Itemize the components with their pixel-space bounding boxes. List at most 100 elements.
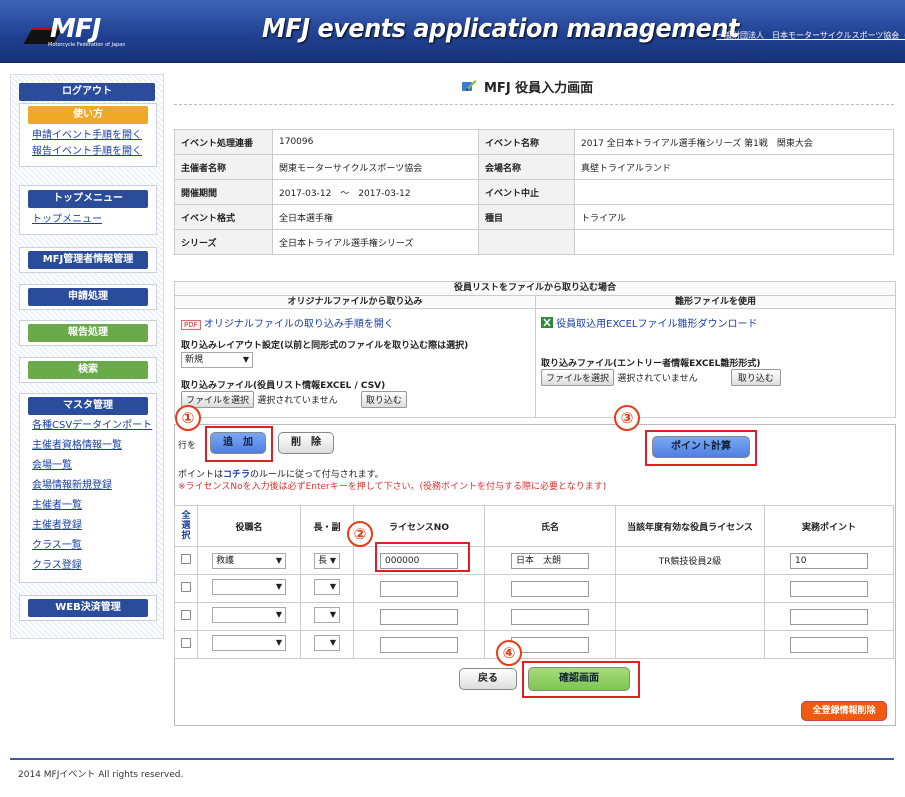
points-input[interactable]: [790, 580, 868, 597]
sidebar-link-csv-import[interactable]: 各種CSVデータインポート: [32, 418, 156, 435]
row-checkbox[interactable]: [181, 610, 191, 620]
org-link[interactable]: 一般財団法人 日本モーターサイクルスポーツ協会（ＭＦＪ）: [716, 30, 905, 41]
col-name: 氏名: [484, 505, 616, 547]
sidebar-link-top-menu[interactable]: トップメニュー: [32, 212, 156, 228]
info-key: シリーズ: [174, 229, 273, 255]
sidebar-admin[interactable]: MFJ管理者情報管理: [28, 251, 148, 269]
sidebar-link-venue-new[interactable]: 会場情報新規登録: [32, 478, 156, 495]
role-select[interactable]: ▼: [212, 579, 286, 595]
logout-button[interactable]: ログアウト: [19, 83, 155, 101]
points-input[interactable]: [790, 636, 868, 653]
row-checkbox[interactable]: [181, 554, 191, 564]
logo-text: MFJ: [50, 14, 101, 44]
chief-select[interactable]: ▼: [314, 635, 340, 651]
excel-template-link-wrap: 役員取込用EXCELファイル雛形ダウンロード: [541, 315, 758, 330]
excel-icon: [541, 317, 553, 328]
valid-license-cell: TR競技役員2級: [615, 546, 765, 575]
points-cell: [764, 574, 894, 603]
sidebar-link-venue-list[interactable]: 会場一覧: [32, 458, 156, 475]
sidebar-web-payment[interactable]: WEB決済管理: [28, 599, 148, 617]
marker-4: ④: [496, 640, 522, 666]
role-select[interactable]: ▼: [212, 607, 286, 623]
row-checkbox[interactable]: [181, 582, 191, 592]
info-value: 関東モーターサイクルスポーツ協会: [272, 154, 479, 180]
delete-row-button[interactable]: 削 除: [278, 432, 334, 454]
select-all-label: 全選択: [181, 511, 191, 541]
layout-select-value: 新規: [185, 355, 204, 365]
license-enter-warning: ※ライセンスNoを入力後は必ずEnterキーを押して下さい。(役務ポイントを付与…: [178, 482, 607, 492]
sidebar-link-class-list[interactable]: クラス一覧: [32, 538, 156, 555]
license-input[interactable]: [380, 580, 458, 597]
chief-select[interactable]: 長 ▼: [314, 552, 340, 569]
info-value: 170096: [272, 129, 479, 155]
chevron-down-icon: ▼: [275, 638, 282, 647]
sidebar-report[interactable]: 報告処理: [28, 324, 148, 342]
col-chief: 長・副: [300, 505, 354, 547]
role-select[interactable]: 救護 ▼: [212, 552, 286, 569]
name-input[interactable]: [511, 580, 589, 597]
chief-cell: ▼: [300, 630, 354, 659]
table-row: ▼ ▼: [174, 630, 894, 659]
info-key: 主催者名称: [174, 154, 273, 180]
select-all-header[interactable]: 全選択: [174, 505, 198, 547]
table-row: ▼ ▼: [174, 574, 894, 603]
right-choose-file-button[interactable]: ファイルを選択: [541, 369, 615, 386]
footer-copyright: 2014 MFJイベント All rights reserved.: [18, 770, 184, 780]
web-payment-panel: WEB決済管理: [19, 595, 157, 621]
chevron-down-icon: ▼: [275, 582, 282, 591]
back-button[interactable]: 戻る: [459, 668, 517, 690]
import-left-head: オリジナルファイルから取り込み: [175, 296, 535, 309]
license-cell: [353, 630, 485, 659]
info-key: イベント処理連番: [174, 129, 273, 155]
app-title: MFJ events application management: [262, 14, 739, 44]
role-cell: ▼: [197, 630, 301, 659]
original-import-guide-link[interactable]: オリジナルファイルの取り込み手順を開く: [204, 319, 394, 330]
page-title: MFJ 役員入力画面: [484, 81, 594, 96]
right-import-button[interactable]: 取り込む: [730, 369, 781, 386]
excel-template-download-link[interactable]: 役員取込用EXCELファイル雛形ダウンロード: [556, 319, 757, 330]
chief-select-value: 長: [318, 555, 328, 566]
sidebar-link-organizer-new[interactable]: 主催者登録: [32, 518, 156, 535]
sidebar-link-organizer-qual[interactable]: 主催者資格情報一覧: [32, 438, 156, 455]
chevron-down-icon: ▼: [329, 610, 336, 619]
usage-panel: 使い方 申請イベント手順を開く 報告イベント手順を開く: [19, 103, 157, 167]
left-import-button[interactable]: 取り込む: [360, 391, 407, 408]
layout-select[interactable]: 新規 ▼: [181, 352, 253, 368]
role-cell: 救護 ▼: [197, 546, 301, 575]
name-input[interactable]: [511, 608, 589, 625]
sidebar-link-report-guide[interactable]: 報告イベント手順を開く: [32, 144, 156, 160]
sidebar-apply[interactable]: 申請処理: [28, 288, 148, 306]
chief-cell: 長 ▼: [300, 546, 354, 575]
info-row: シリーズ 全日本トライアル選手権シリーズ: [174, 229, 894, 255]
points-input[interactable]: 10: [790, 552, 868, 569]
search-panel: 検索: [19, 357, 157, 383]
chief-select[interactable]: ▼: [314, 607, 340, 623]
top-menu-panel: トップメニュー トップメニュー: [19, 185, 157, 235]
left-file-row: ファイルを選択 選択されていません 取り込む: [181, 391, 407, 408]
apply-panel: 申請処理: [19, 284, 157, 310]
points-input[interactable]: [790, 608, 868, 625]
edit-pencil-icon: [462, 80, 477, 91]
name-input[interactable]: 日本 太朗: [511, 552, 589, 569]
info-row: 開催期間 2017-03-12 ～ 2017-03-12 イベント中止: [174, 179, 894, 205]
row-select-cell: [174, 574, 198, 603]
sidebar-link-class-new[interactable]: クラス登録: [32, 558, 156, 575]
name-input[interactable]: [511, 636, 589, 653]
highlight-frame-points: [645, 430, 757, 466]
sidebar-link-organizer-list[interactable]: 主催者一覧: [32, 498, 156, 515]
license-input[interactable]: [380, 608, 458, 625]
sidebar-link-apply-guide[interactable]: 申請イベント手順を開く: [32, 128, 156, 144]
marker-3: ③: [614, 405, 640, 431]
row-checkbox[interactable]: [181, 638, 191, 648]
chief-cell: ▼: [300, 574, 354, 603]
valid-license-cell: [615, 574, 765, 603]
admin-panel: MFJ管理者情報管理: [19, 247, 157, 273]
top-menu-head: トップメニュー: [28, 190, 148, 208]
delete-all-button[interactable]: 全登録情報削除: [801, 701, 887, 721]
role-select[interactable]: ▼: [212, 635, 286, 651]
row-select-cell: [174, 546, 198, 575]
license-input[interactable]: [380, 636, 458, 653]
chief-select[interactable]: ▼: [314, 579, 340, 595]
sidebar-search[interactable]: 検索: [28, 361, 148, 379]
app-header: MFJ Motorcycle Federation of Japan MFJ e…: [0, 0, 905, 63]
